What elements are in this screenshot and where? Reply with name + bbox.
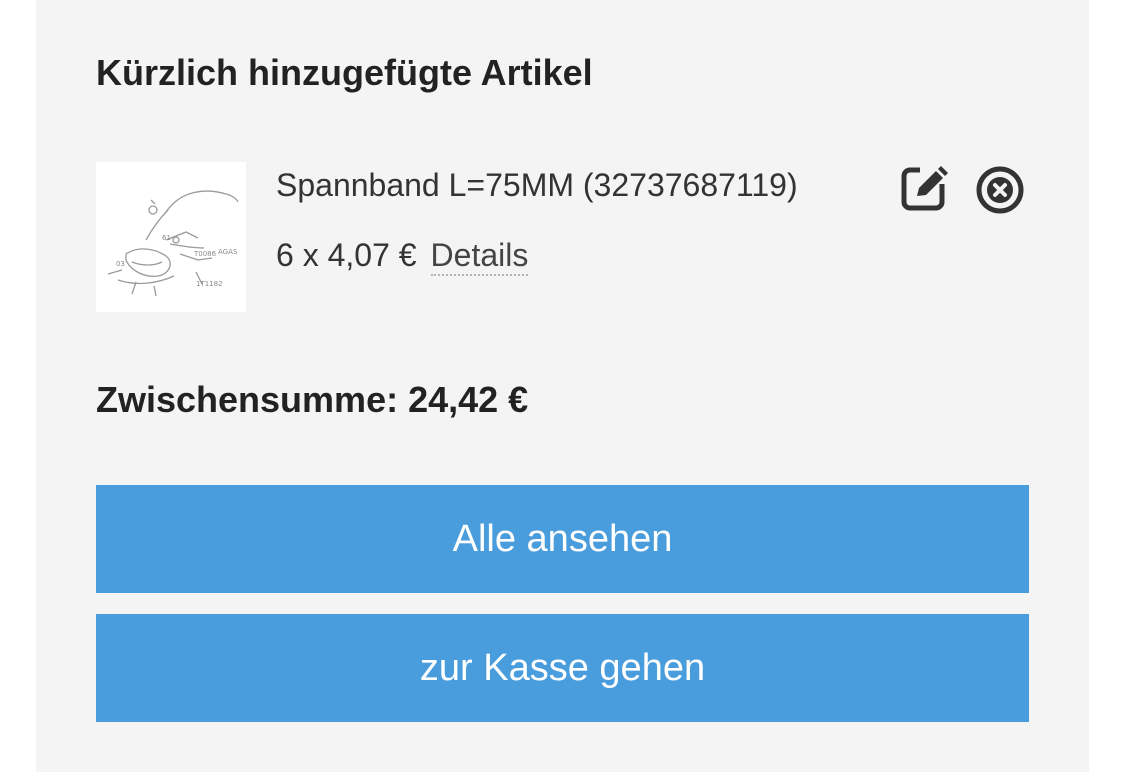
minicart-panel: Kürzlich hinzugefügte Artikel 61 T0086 A… <box>36 0 1089 772</box>
item-quantity-price: 6 x 4,07 € Details <box>276 237 529 276</box>
svg-text:AGAS: AGAS <box>218 248 238 256</box>
details-link[interactable]: Details <box>430 237 529 276</box>
minicart-title: Kürzlich hinzugefügte Artikel <box>96 52 593 93</box>
subtotal: Zwischensumme: 24,42 € <box>96 379 529 420</box>
view-all-button[interactable]: Alle ansehen <box>96 485 1029 593</box>
svg-text:1T1182: 1T1182 <box>196 280 223 288</box>
edit-icon[interactable] <box>900 162 952 214</box>
item-name[interactable]: Spannband L=75MM (32737687119) <box>276 167 798 204</box>
svg-text:61: 61 <box>162 234 171 242</box>
checkout-button[interactable]: zur Kasse gehen <box>96 614 1029 722</box>
product-thumbnail[interactable]: 61 T0086 AGAS 1T1182 03 <box>96 162 246 312</box>
quantity-price-text: 6 x 4,07 € <box>276 237 417 273</box>
part-diagram-image: 61 T0086 AGAS 1T1182 03 <box>96 162 246 312</box>
remove-circle-icon[interactable] <box>974 164 1026 216</box>
svg-text:03: 03 <box>116 260 125 268</box>
svg-text:T0086: T0086 <box>193 250 217 258</box>
